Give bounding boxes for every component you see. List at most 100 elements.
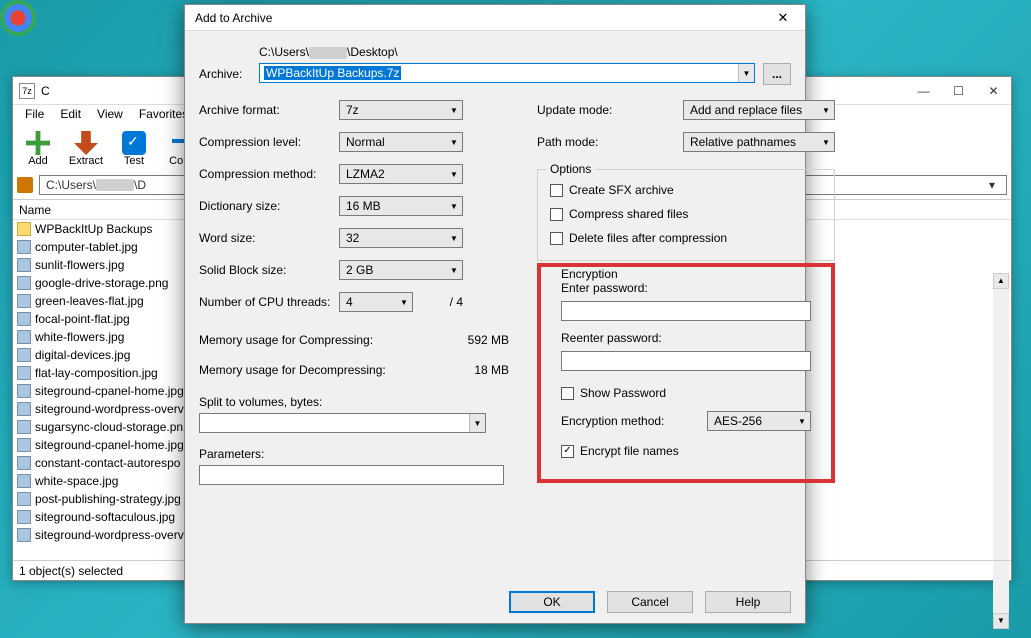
add-to-archive-dialog: Add to Archive ✕ C:\Users\\Desktop\ Arch… — [184, 4, 806, 624]
password-input[interactable] — [561, 301, 811, 321]
toolbar-extract[interactable]: Extract — [65, 131, 107, 167]
chevron-down-icon[interactable]: ▼ — [446, 165, 462, 183]
password-reenter-input[interactable] — [561, 351, 811, 371]
chevron-down-icon[interactable]: ▼ — [446, 229, 462, 247]
menu-file[interactable]: File — [17, 105, 52, 125]
encrypt-names-checkbox[interactable] — [561, 445, 574, 458]
params-input[interactable] — [199, 465, 504, 485]
block-select[interactable]: 2 GB ▼ — [339, 260, 463, 280]
file-name: google-drive-storage.png — [35, 276, 168, 290]
word-select[interactable]: 32 ▼ — [339, 228, 463, 248]
toolbar-test[interactable]: Test — [113, 131, 155, 167]
toolbar-add[interactable]: Add — [17, 131, 59, 167]
file-name: sugarsync-cloud-storage.pn — [35, 420, 183, 434]
close-button[interactable]: ✕ — [976, 79, 1011, 103]
enc-method-select[interactable]: AES-256 ▼ — [707, 411, 811, 431]
dialog-close-button[interactable]: ✕ — [761, 6, 805, 30]
file-name: WPBackItUp Backups — [35, 222, 152, 236]
mem-comp-label: Memory usage for Compressing: — [199, 333, 373, 347]
dict-select[interactable]: 16 MB ▼ — [339, 196, 463, 216]
chevron-down-icon[interactable]: ▼ — [446, 197, 462, 215]
file-name: siteground-wordpress-overv — [35, 528, 184, 542]
help-button[interactable]: Help — [705, 591, 791, 613]
file-icon — [17, 348, 31, 362]
chevron-down-icon[interactable]: ▼ — [469, 414, 485, 432]
block-label: Solid Block size: — [199, 263, 339, 277]
mem-decomp-value: 18 MB — [474, 363, 509, 377]
show-password-checkbox[interactable] — [561, 387, 574, 400]
scroll-up-icon[interactable]: ▲ — [993, 273, 1009, 289]
update-label: Update mode: — [537, 103, 683, 117]
chevron-down-icon[interactable]: ▼ — [818, 101, 834, 119]
archive-label: Archive: — [199, 67, 259, 81]
browse-button[interactable]: ... — [763, 63, 791, 85]
minimize-button[interactable]: — — [906, 79, 941, 103]
chevron-down-icon[interactable]: ▼ — [396, 293, 412, 311]
sfx-checkbox[interactable] — [550, 184, 563, 197]
chevron-down-icon[interactable]: ▼ — [446, 261, 462, 279]
toolbar-test-label: Test — [124, 155, 144, 167]
shared-label: Compress shared files — [569, 207, 688, 221]
file-name: white-flowers.jpg — [35, 330, 124, 344]
file-name: computer-tablet.jpg — [35, 240, 138, 254]
file-icon — [17, 330, 31, 344]
dict-label: Dictionary size: — [199, 199, 339, 213]
file-icon — [17, 474, 31, 488]
menu-view[interactable]: View — [89, 105, 131, 125]
add-icon — [26, 131, 50, 155]
archive-path: C:\Users\\Desktop\ — [259, 45, 398, 59]
params-label: Parameters: — [199, 447, 509, 461]
threads-select[interactable]: 4 ▼ — [339, 292, 413, 312]
chevron-down-icon[interactable]: ▼ — [446, 133, 462, 151]
extract-icon — [74, 131, 98, 155]
file-icon — [17, 438, 31, 452]
format-label: Archive format: — [199, 103, 339, 117]
file-icon — [17, 312, 31, 326]
update-select[interactable]: Add and replace files ▼ — [683, 100, 835, 120]
method-select[interactable]: LZMA2 ▼ — [339, 164, 463, 184]
chevron-down-icon[interactable]: ▼ — [738, 64, 754, 82]
dialog-titlebar[interactable]: Add to Archive ✕ — [185, 5, 805, 31]
cancel-button[interactable]: Cancel — [607, 591, 693, 613]
desktop-chrome-icon — [0, 0, 36, 36]
redacted-username — [96, 179, 134, 191]
scroll-down-icon[interactable]: ▼ — [993, 613, 1009, 629]
file-icon — [17, 492, 31, 506]
menu-edit[interactable]: Edit — [52, 105, 89, 125]
path-select[interactable]: Relative pathnames ▼ — [683, 132, 835, 152]
threads-max: / 4 — [423, 295, 463, 309]
maximize-button[interactable]: ☐ — [941, 79, 976, 103]
path-label: Path mode: — [537, 135, 683, 149]
level-select[interactable]: Normal ▼ — [339, 132, 463, 152]
chevron-down-icon[interactable]: ▼ — [818, 133, 834, 151]
ok-button[interactable]: OK — [509, 591, 595, 613]
file-name: siteground-cpanel-home.jpg — [35, 384, 184, 398]
chevron-down-icon[interactable]: ▾ — [984, 178, 1000, 192]
chevron-down-icon[interactable]: ▼ — [794, 412, 810, 430]
toolbar-add-label: Add — [28, 155, 48, 167]
file-name: focal-point-flat.jpg — [35, 312, 130, 326]
volumes-label: Split to volumes, bytes: — [199, 395, 509, 409]
delete-label: Delete files after compression — [569, 231, 727, 245]
file-icon — [17, 258, 31, 272]
enc-method-label: Encryption method: — [561, 414, 707, 428]
mem-comp-value: 592 MB — [468, 333, 509, 347]
format-select[interactable]: 7z ▼ — [339, 100, 463, 120]
file-icon — [17, 276, 31, 290]
file-name: white-space.jpg — [35, 474, 118, 488]
reenter-password-label: Reenter password: — [561, 331, 811, 345]
chevron-down-icon[interactable]: ▼ — [446, 101, 462, 119]
shared-checkbox[interactable] — [550, 208, 563, 221]
folder-icon — [17, 177, 33, 193]
archive-filename-input[interactable]: WPBackItUp Backups.7z ▼ — [259, 63, 755, 83]
volumes-input[interactable]: ▼ — [199, 413, 486, 433]
sfx-label: Create SFX archive — [569, 183, 674, 197]
dialog-title: Add to Archive — [195, 11, 761, 25]
file-name: siteground-wordpress-overv — [35, 402, 184, 416]
encryption-highlight: Encryption Enter password: Reenter passw… — [537, 263, 835, 483]
test-icon — [122, 131, 146, 155]
enter-password-label: Enter password: — [561, 281, 811, 295]
toolbar-extract-label: Extract — [69, 155, 103, 167]
archive-filename-text: WPBackItUp Backups.7z — [264, 66, 401, 80]
delete-checkbox[interactable] — [550, 232, 563, 245]
